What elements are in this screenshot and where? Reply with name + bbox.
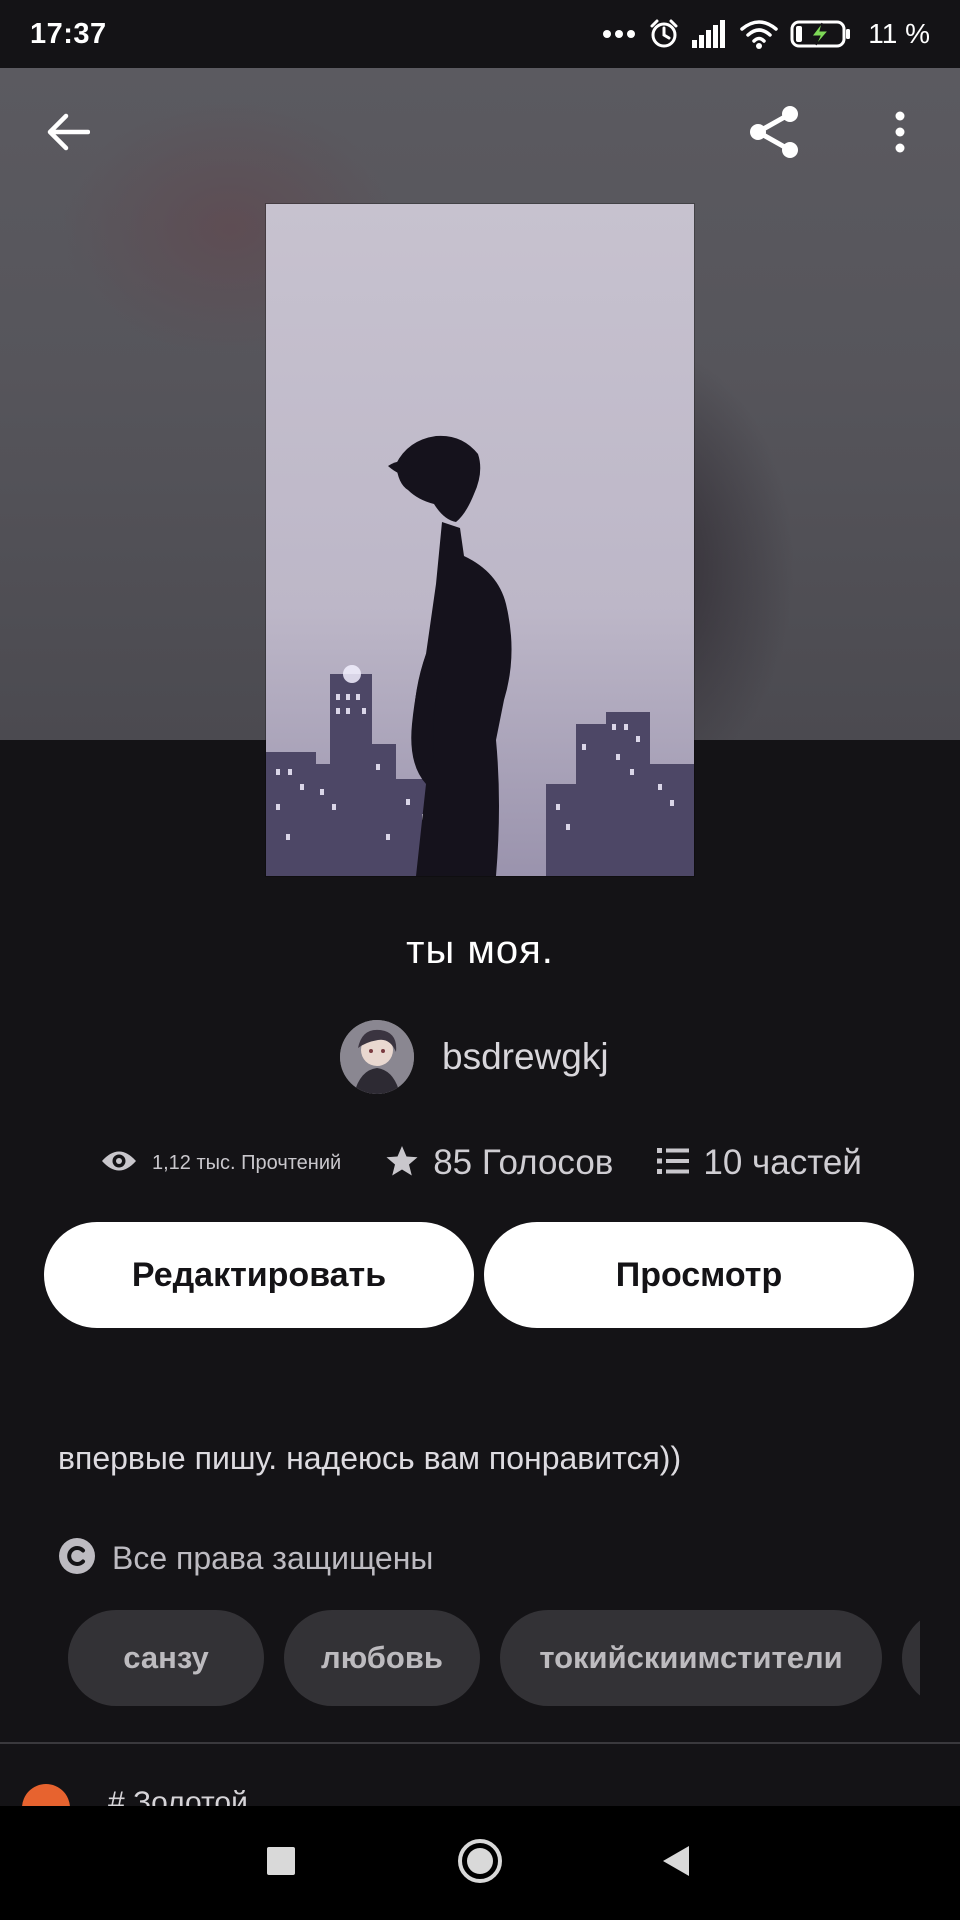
battery-charging-icon bbox=[790, 19, 852, 49]
copyright-row: Все права защищены bbox=[58, 1536, 433, 1580]
next-section-text: # Золотой bbox=[108, 1786, 248, 1806]
tag-chip[interactable]: санзу bbox=[68, 1610, 264, 1706]
copyright-icon bbox=[58, 1537, 96, 1580]
next-section-peek: # Золотой bbox=[0, 1744, 960, 1806]
tag-chip[interactable]: любовь bbox=[284, 1610, 480, 1706]
story-cover-image[interactable] bbox=[266, 204, 694, 876]
list-icon bbox=[657, 1147, 690, 1180]
status-time: 17:37 bbox=[30, 17, 107, 50]
alarm-icon bbox=[648, 18, 680, 50]
arrow-left-icon bbox=[46, 112, 91, 157]
top-app-bar bbox=[0, 68, 960, 204]
recent-apps-icon bbox=[266, 1846, 296, 1881]
view-button[interactable]: Просмотр bbox=[484, 1222, 914, 1328]
more-vertical-icon bbox=[893, 110, 907, 159]
nav-back-button[interactable] bbox=[646, 1833, 706, 1893]
tag-chip[interactable]: токийскиимстители bbox=[500, 1610, 882, 1706]
story-title: ты моя. bbox=[406, 928, 554, 972]
share-button[interactable] bbox=[738, 98, 810, 170]
back-icon bbox=[661, 1844, 691, 1883]
battery-percent: 11 % bbox=[868, 18, 930, 49]
tag-chip-partial[interactable] bbox=[902, 1610, 920, 1706]
status-icons: 11 % bbox=[602, 18, 930, 50]
home-button[interactable] bbox=[450, 1833, 510, 1893]
votes-stat: 85 Голосов bbox=[385, 1143, 613, 1183]
votes-count: 85 Голосов bbox=[433, 1143, 614, 1182]
tag-list: санзу любовь токийскиимстители bbox=[68, 1610, 920, 1706]
reads-count: 1,12 тыс. Прочтений bbox=[152, 1151, 342, 1174]
recent-apps-button[interactable] bbox=[251, 1833, 311, 1893]
parts-count: 10 частей bbox=[703, 1143, 862, 1182]
eye-icon bbox=[100, 1148, 138, 1179]
wifi-icon bbox=[740, 19, 778, 49]
signal-icon bbox=[692, 20, 728, 48]
story-details-screen: 17:37 11 % ты моя. bsdrewgkj 1,12 тыс. П… bbox=[0, 0, 960, 1920]
story-stats: 1,12 тыс. Прочтений 85 Голосов 10 частей bbox=[100, 1136, 862, 1190]
more-dots-icon bbox=[602, 29, 636, 39]
more-options-button[interactable] bbox=[864, 98, 936, 170]
author-row[interactable]: bsdrewgkj bbox=[340, 1020, 609, 1094]
author-name: bsdrewgkj bbox=[442, 1036, 609, 1077]
avatar bbox=[340, 1020, 414, 1094]
star-icon bbox=[385, 1144, 419, 1183]
reads-stat: 1,12 тыс. Прочтений bbox=[100, 1148, 341, 1179]
copyright-text: Все права защищены bbox=[112, 1539, 434, 1576]
system-nav-bar bbox=[0, 1806, 960, 1920]
status-bar: 17:37 11 % bbox=[0, 0, 960, 68]
share-icon bbox=[744, 102, 804, 167]
edit-button[interactable]: Редактировать bbox=[44, 1222, 474, 1328]
trophy-badge-icon bbox=[22, 1784, 70, 1806]
story-description: впервые пишу. надеюсь вам понравится)) bbox=[58, 1440, 682, 1476]
back-button[interactable] bbox=[32, 98, 104, 170]
home-icon bbox=[457, 1838, 503, 1889]
parts-stat[interactable]: 10 частей bbox=[657, 1143, 862, 1183]
